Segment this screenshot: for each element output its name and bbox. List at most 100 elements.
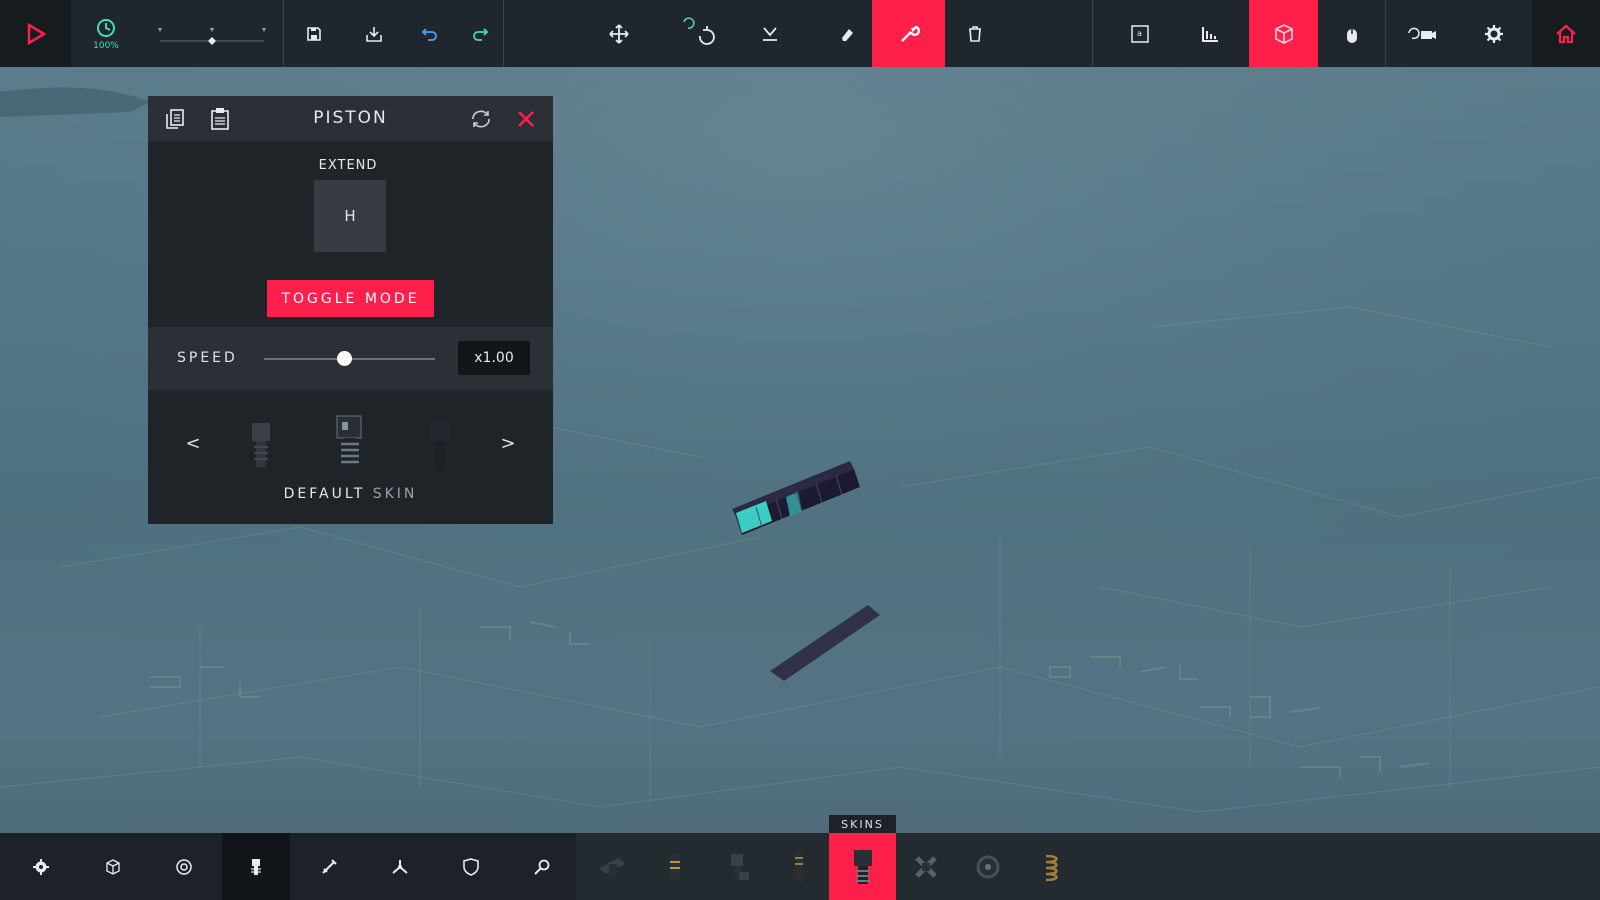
home-button[interactable] (1532, 0, 1600, 67)
svg-text:a: a (1137, 29, 1142, 38)
category-weapons[interactable] (294, 833, 364, 900)
cube-outline-icon (1274, 23, 1293, 44)
category-blocks[interactable] (78, 833, 148, 900)
time-scale-label: 100% (93, 40, 119, 51)
home-icon (1556, 24, 1576, 43)
wheel-block-icon (915, 855, 937, 878)
play-icon (27, 22, 46, 45)
propeller-icon (392, 859, 408, 874)
redo-button[interactable] (455, 0, 505, 67)
magnifier-icon (534, 859, 550, 875)
gear-icon (1485, 24, 1503, 43)
skins-tab-label[interactable]: SKINS (829, 815, 896, 833)
floppy-disk-icon (307, 26, 321, 41)
skin-name-main: DEFAULT (283, 486, 366, 502)
skin-next-button[interactable]: > (496, 428, 520, 458)
play-button[interactable] (0, 0, 71, 67)
skin-name: DEFAULT SKIN (148, 486, 553, 502)
cube-icon (106, 858, 120, 875)
block-view-button[interactable] (1249, 0, 1318, 67)
close-icon (518, 111, 534, 127)
hud-button[interactable]: a (1105, 0, 1175, 67)
time-scale-slider[interactable] (142, 0, 282, 67)
camera-icon (1408, 27, 1436, 39)
category-flight[interactable] (365, 833, 435, 900)
bar-chart-icon (1202, 26, 1218, 42)
skin-selector: < > DEFAULT SKIN (148, 390, 553, 524)
suspension-block-icon (795, 852, 803, 881)
import-icon (366, 26, 382, 42)
top-toolbar: 100% a (0, 0, 1600, 67)
panel-header: PISTON (148, 96, 553, 141)
camera-button[interactable] (1387, 0, 1457, 67)
move-tool-button[interactable] (585, 0, 653, 67)
gear-wheel-icon (176, 858, 192, 875)
grabber-block-icon (670, 853, 680, 880)
shield-icon (463, 857, 479, 876)
speed-row: SPEED x1.00 (148, 327, 553, 390)
mouse-mode-button[interactable] (1318, 0, 1386, 67)
extend-label: EXTEND (318, 158, 378, 173)
speed-label: SPEED (177, 350, 238, 366)
block-spinner[interactable] (577, 833, 647, 900)
snap-down-icon (763, 26, 777, 41)
category-armour[interactable] (436, 833, 506, 900)
eraser-icon (842, 28, 853, 41)
undo-icon (421, 27, 437, 41)
time-scale-button[interactable]: 100% (72, 0, 140, 67)
piston-skin-icon (336, 415, 362, 470)
category-basic[interactable] (6, 833, 76, 900)
spinner-block-icon (599, 857, 625, 878)
wrench-tool-button[interactable] (872, 0, 945, 67)
skin-prev-button[interactable]: < (181, 428, 205, 458)
block-steering[interactable] (703, 833, 773, 900)
skin-option[interactable] (410, 410, 470, 480)
skin-option[interactable] (232, 410, 292, 480)
refresh-icon (472, 110, 490, 128)
cog-icon (33, 858, 49, 875)
steering-block-icon (731, 853, 749, 880)
block-wheel[interactable] (891, 833, 961, 900)
undo-button[interactable] (405, 0, 455, 67)
load-button[interactable] (345, 0, 403, 67)
stats-button[interactable] (1175, 0, 1245, 67)
cog-block-icon (976, 855, 1000, 878)
move-arrows-icon (609, 23, 629, 44)
time-slider-track (158, 27, 266, 45)
block-piston[interactable] (829, 833, 896, 900)
trash-icon (969, 25, 981, 42)
snap-tool-button[interactable] (735, 0, 805, 67)
panel-title: PISTON (313, 108, 388, 128)
block-suspension[interactable] (764, 833, 834, 900)
category-mechanical[interactable] (149, 833, 219, 900)
save-button[interactable] (285, 0, 343, 67)
piston-skin-icon (252, 423, 270, 467)
category-automation[interactable] (222, 833, 290, 900)
block-spring[interactable] (1018, 833, 1088, 900)
reset-button[interactable] (466, 104, 496, 134)
block-grabber[interactable] (640, 833, 710, 900)
rotate-icon (683, 16, 715, 45)
speed-value-field[interactable]: x1.00 (458, 341, 530, 375)
copy-button[interactable] (160, 104, 190, 134)
skin-option-selected[interactable] (320, 410, 380, 480)
toggle-mode-button[interactable]: TOGGLE MODE (267, 280, 434, 317)
speed-slider-handle[interactable] (337, 351, 353, 366)
skin-name-suffix: SKIN (372, 486, 418, 502)
delete-button[interactable] (945, 0, 1005, 67)
close-button[interactable] (511, 104, 541, 134)
piston-skin-icon (430, 421, 450, 469)
block-cog[interactable] (953, 833, 1023, 900)
piston-icon (251, 858, 261, 875)
category-utility[interactable] (507, 833, 577, 900)
piston-block-icon (853, 849, 872, 884)
settings-button[interactable] (1460, 0, 1528, 67)
sword-icon (322, 858, 337, 874)
wrench-icon (900, 25, 920, 42)
paste-button[interactable] (205, 104, 235, 134)
clock-icon (97, 18, 115, 37)
clipboard-icon (211, 108, 229, 130)
rotate-tool-button[interactable] (665, 0, 735, 67)
copy-icon (166, 109, 184, 129)
extend-key-binding[interactable]: H (314, 180, 386, 252)
